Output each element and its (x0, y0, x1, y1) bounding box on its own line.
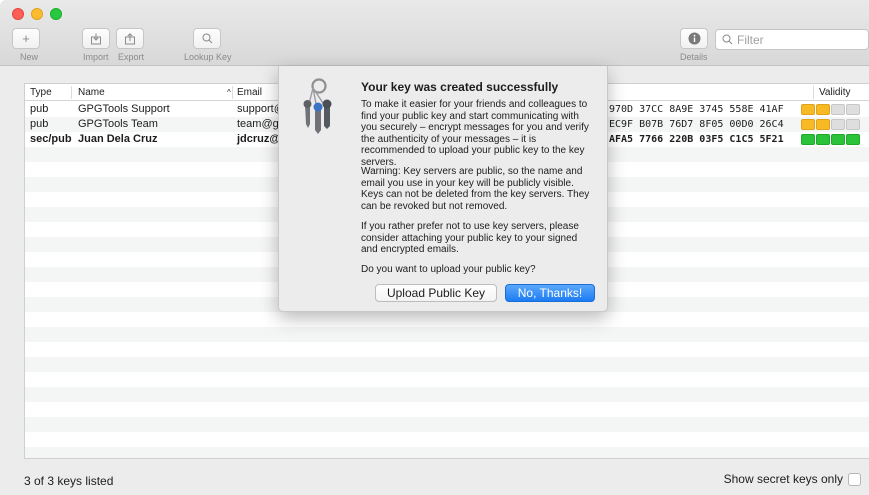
validity-segment (846, 134, 860, 145)
key-type: sec/pub (30, 133, 72, 145)
validity-segment (816, 134, 830, 145)
key-created-sheet: Your key was created successfully To mak… (278, 66, 608, 312)
validity-indicator (801, 104, 860, 115)
column-header-name[interactable]: Name (78, 87, 105, 98)
empty-row (25, 327, 869, 342)
validity-indicator (801, 134, 860, 145)
import-label: Import (83, 52, 109, 62)
import-icon (91, 33, 101, 44)
no-thanks-button[interactable]: No, Thanks! (505, 284, 595, 302)
search-icon (722, 34, 733, 45)
filter-placeholder: Filter (737, 32, 764, 47)
key-fingerprint: EC9F B07B 76D7 8F05 00D0 26C4 (609, 119, 784, 130)
empty-row (25, 387, 869, 402)
validity-segment (831, 119, 845, 130)
key-name: Juan Dela Cruz (78, 133, 158, 145)
details-button[interactable] (680, 28, 708, 49)
export-button[interactable] (116, 28, 144, 49)
new-label: New (20, 52, 39, 62)
key-name: GPGTools Team (78, 118, 158, 130)
validity-segment (831, 104, 845, 115)
column-header-validity[interactable]: Validity (819, 87, 851, 98)
zoom-window-button[interactable] (50, 8, 62, 20)
export-icon (125, 32, 135, 44)
validity-segment (846, 119, 860, 130)
lookup-key-label: Lookup Key (184, 52, 232, 62)
close-window-button[interactable] (12, 8, 24, 20)
validity-segment (801, 104, 815, 115)
sheet-paragraph-warning: Warning: Key servers are public, so the … (361, 166, 590, 212)
key-email: jdcruz@ (237, 133, 281, 145)
gpg-keychain-window: + New Import Export Lookup Key Details F… (0, 0, 869, 495)
validity-segment (801, 134, 815, 145)
show-secret-keys-label: Show secret keys only (723, 472, 843, 486)
minimize-window-button[interactable] (31, 8, 43, 20)
empty-row (25, 372, 869, 387)
empty-row (25, 312, 869, 327)
validity-segment (801, 119, 815, 130)
upload-public-key-button[interactable]: Upload Public Key (375, 284, 497, 302)
validity-indicator (801, 119, 860, 130)
validity-segment (816, 119, 830, 130)
toolbar: + New Import Export Lookup Key Details F… (0, 0, 869, 66)
show-secret-keys-toggle[interactable]: Show secret keys only (724, 472, 861, 486)
lookup-key-button[interactable] (193, 28, 221, 49)
filter-search-field[interactable]: Filter (715, 29, 869, 50)
key-name: GPGTools Support (78, 103, 170, 115)
sheet-paragraph-intro: To make it easier for your friends and c… (361, 99, 589, 168)
column-divider (232, 86, 233, 99)
empty-row (25, 357, 869, 372)
details-label: Details (680, 52, 708, 62)
plus-icon: + (22, 31, 30, 46)
key-fingerprint: 970D 37CC 8A9E 3745 558E 41AF (609, 104, 784, 115)
column-header-email[interactable]: Email (237, 87, 262, 98)
validity-segment (846, 104, 860, 115)
import-button[interactable] (82, 28, 110, 49)
new-key-button[interactable]: + (12, 28, 40, 49)
empty-row (25, 402, 869, 417)
export-label: Export (118, 52, 145, 62)
validity-segment (831, 134, 845, 145)
keys-icon (303, 78, 332, 134)
show-secret-keys-checkbox[interactable] (848, 472, 861, 486)
key-type: pub (30, 118, 49, 130)
key-fingerprint: AFA5 7766 220B 03F5 C1C5 5F21 (609, 134, 784, 145)
search-icon (202, 33, 212, 44)
sort-ascending-icon: ^ (227, 88, 231, 97)
column-divider (71, 86, 72, 99)
empty-row (25, 417, 869, 432)
sheet-paragraph-alternative: If you rather prefer not to use key serv… (361, 221, 579, 255)
sheet-question: Do you want to upload your public key? (361, 264, 536, 275)
key-type: pub (30, 103, 49, 115)
info-icon (688, 32, 700, 45)
keys-count-status: 3 of 3 keys listed (24, 474, 114, 488)
empty-row (25, 432, 869, 447)
empty-row (25, 342, 869, 357)
column-header-type[interactable]: Type (30, 87, 52, 98)
validity-segment (816, 104, 830, 115)
empty-row (25, 447, 869, 458)
sheet-title: Your key was created successfully (361, 80, 559, 94)
column-divider (813, 86, 814, 99)
